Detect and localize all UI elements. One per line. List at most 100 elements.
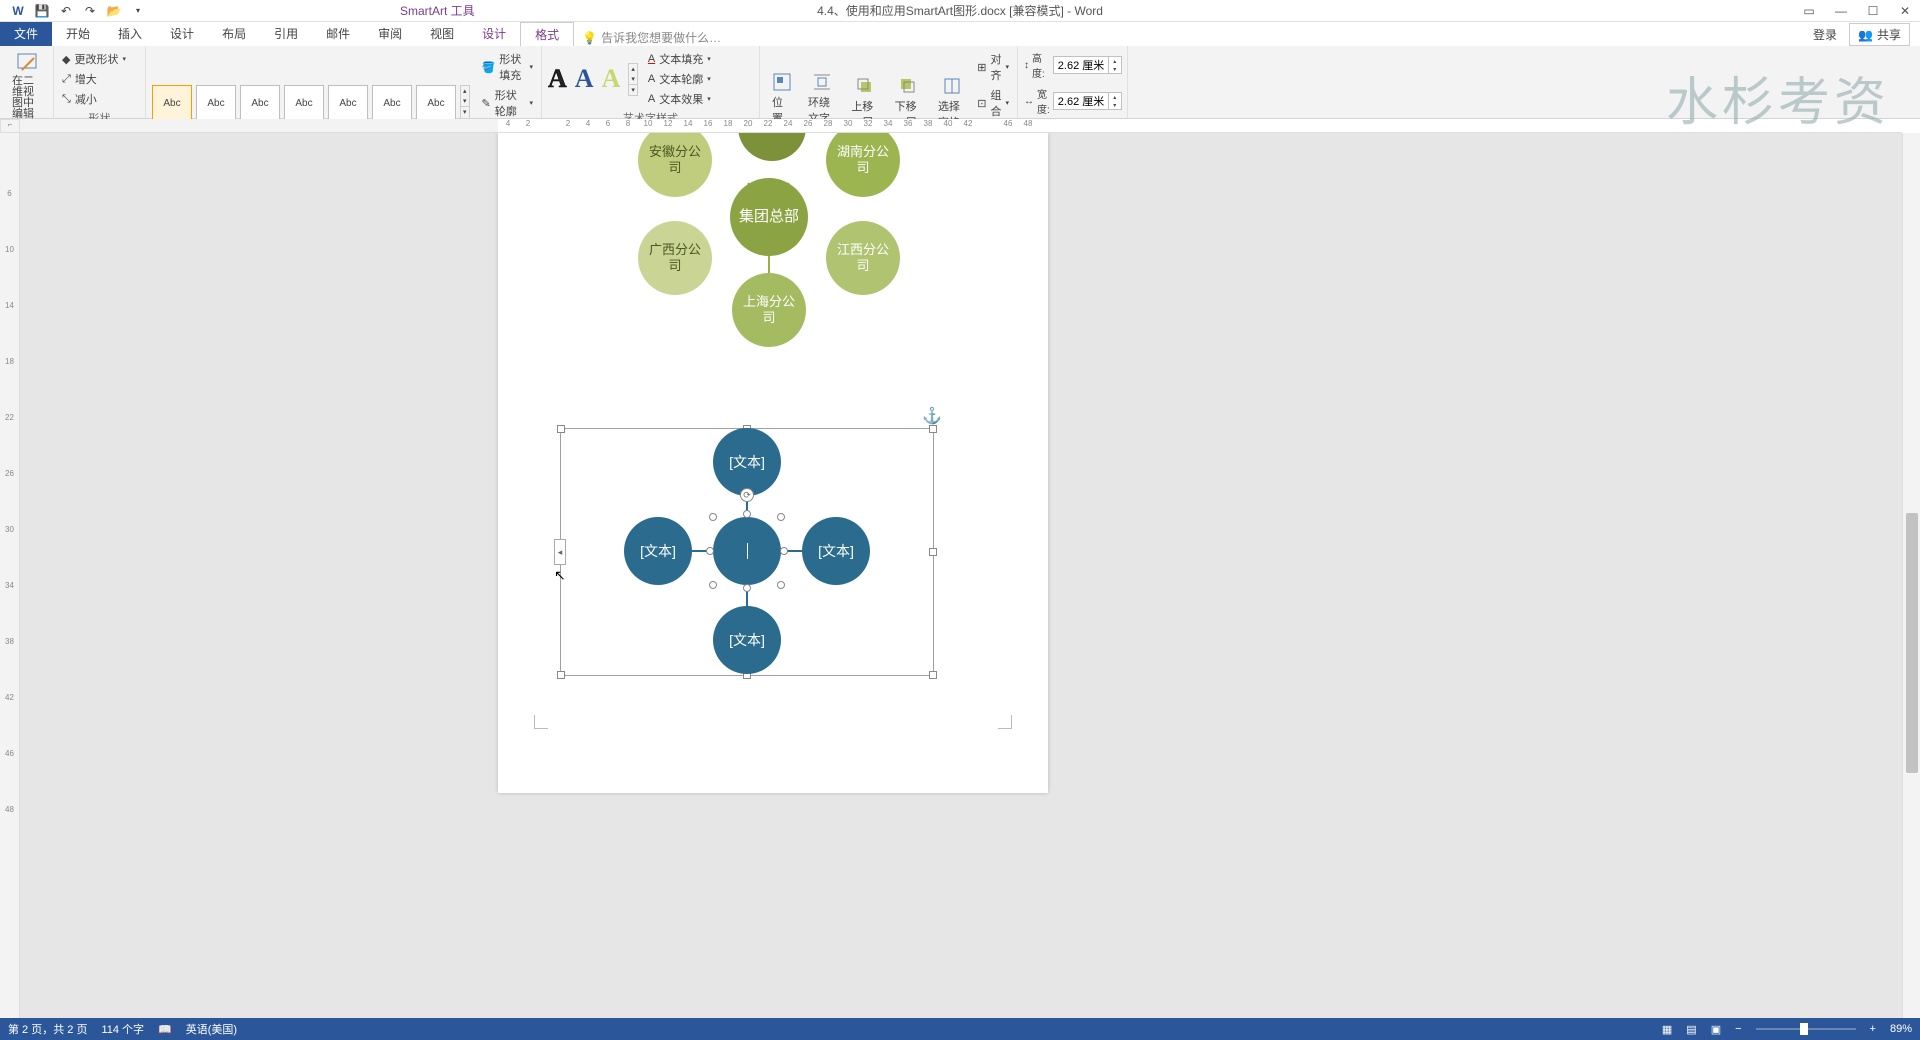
shape-style-gallery[interactable]: Abc Abc Abc Abc Abc Abc Abc ▴▾▾ (152, 85, 470, 121)
group-arrange: 位置▾ 环绕文字▾ 上移一层 下移一层 选择窗格 ⊞对齐 ▾ ⊡组合 ▾ ⟳旋转… (760, 46, 1018, 118)
diagram1-node-anhui[interactable]: 安徽分公司 (638, 133, 712, 197)
horizontal-ruler[interactable]: 4224681012141618202224262830323436384042… (20, 119, 1902, 133)
tab-mailings[interactable]: 邮件 (312, 22, 364, 46)
tab-layout[interactable]: 布局 (208, 22, 260, 46)
node-handle-e[interactable] (780, 547, 788, 555)
style-item-4[interactable]: Abc (284, 85, 324, 121)
node-handle-se[interactable] (777, 581, 785, 589)
tab-smartart-design[interactable]: 设计 (468, 22, 520, 46)
tab-insert[interactable]: 插入 (104, 22, 156, 46)
node-handle-s[interactable] (743, 584, 751, 592)
word-count[interactable]: 114 个字 (101, 1021, 144, 1037)
style-item-6[interactable]: Abc (372, 85, 412, 121)
group-shapes: ◆更改形状 ▾ ⤢增大 ⤡减小 形状 (54, 46, 146, 118)
vertical-scrollbar[interactable] (1902, 133, 1920, 1018)
wordart-gallery[interactable]: A A A ▴▾▾ (548, 63, 638, 96)
spellcheck-icon[interactable]: 📖 (158, 1023, 172, 1036)
tab-home[interactable]: 开始 (52, 22, 104, 46)
larger-button[interactable]: ⤢增大 (60, 70, 128, 88)
zoom-slider[interactable] (1756, 1028, 1856, 1030)
smartart-diagram-2[interactable]: [文本] [文本] [文本] [文本] ⟳ (560, 428, 934, 676)
style-item-2[interactable]: Abc (196, 85, 236, 121)
change-shape-button[interactable]: ◆更改形状 ▾ (60, 50, 128, 68)
node-handle-sw[interactable] (709, 581, 717, 589)
diagram2-node-center[interactable] (713, 517, 781, 585)
maximize-button[interactable]: ☐ (1862, 2, 1884, 20)
tab-file[interactable]: 文件 (0, 22, 52, 46)
document-title: 4.4、使用和应用SmartArt图形.docx [兼容模式] - Word (817, 2, 1103, 19)
minimize-button[interactable]: — (1830, 2, 1852, 20)
tab-design[interactable]: 设计 (156, 22, 208, 46)
height-input[interactable]: ▴▾ (1053, 56, 1122, 74)
diagram1-node-shanghai[interactable]: 上海分公司 (732, 273, 806, 347)
align-button[interactable]: ⊞对齐 ▾ (975, 50, 1011, 84)
rotate-handle[interactable]: ⟳ (740, 488, 754, 502)
text-effects-label: 文本效果 (659, 91, 703, 107)
shape-fill-button[interactable]: 🪣形状填充 ▾ (480, 50, 535, 84)
group-wordart-styles: A A A ▴▾▾ A文本填充 ▾ A文本轮廓 ▾ A文本效果 ▾ 艺术字样式 (542, 46, 760, 118)
share-button[interactable]: 👥 共享 (1849, 23, 1910, 46)
wordart-more-button[interactable]: ▴▾▾ (628, 63, 638, 96)
tab-view[interactable]: 视图 (416, 22, 468, 46)
zoom-in-button[interactable]: + (1870, 1023, 1876, 1035)
redo-icon[interactable]: ↷ (82, 3, 98, 19)
tell-me-search[interactable]: 💡 告诉我您想要做什么… (582, 29, 721, 46)
group-icon: ⊡ (977, 97, 986, 110)
style-item-5[interactable]: Abc (328, 85, 368, 121)
page-status[interactable]: 第 2 页，共 2 页 (8, 1021, 87, 1037)
view-print-layout-icon[interactable]: ▤ (1686, 1023, 1696, 1036)
scrollbar-thumb[interactable] (1906, 513, 1918, 773)
zoom-out-button[interactable]: − (1735, 1023, 1741, 1035)
node-handle-n[interactable] (743, 510, 751, 518)
gallery-more-button[interactable]: ▴▾▾ (460, 85, 470, 121)
tab-references[interactable]: 引用 (260, 22, 312, 46)
text-outline-button[interactable]: A文本轮廓 ▾ (646, 70, 713, 88)
view-web-layout-icon[interactable]: ▣ (1711, 1023, 1721, 1036)
context-tab-title: SmartArt 工具 (400, 2, 475, 19)
node-handle-w[interactable] (706, 547, 714, 555)
larger-label: 增大 (75, 71, 97, 87)
diagram2-node-left[interactable]: [文本] (624, 517, 692, 585)
text-effects-button[interactable]: A文本效果 ▾ (646, 90, 713, 108)
style-item-3[interactable]: Abc (240, 85, 280, 121)
shape-outline-button[interactable]: ✎形状轮廓 ▾ (480, 86, 535, 120)
login-link[interactable]: 登录 (1813, 26, 1837, 43)
diagram1-node-hunan[interactable]: 湖南分公司 (826, 133, 900, 197)
wordart-style-1[interactable]: A (548, 64, 567, 94)
diagram2-node-right[interactable]: [文本] (802, 517, 870, 585)
document-area[interactable]: 集团总部 安徽分公司 湖南分公司 广西分公司 江西分公司 上海分公司 ⚓ ◂ (20, 133, 1902, 1018)
width-input[interactable]: ▴▾ (1053, 92, 1122, 110)
diagram1-node-guangxi[interactable]: 广西分公司 (638, 221, 712, 295)
diagram2-top-text: [文本] (729, 452, 765, 472)
qat-dropdown-icon[interactable]: ▾ (130, 3, 146, 19)
diagram1-jiangxi-text: 江西分公司 (826, 242, 900, 274)
edit-in-2d-button[interactable]: 在二维视图中编辑 (6, 50, 47, 122)
diagram2-node-top[interactable]: [文本] (713, 428, 781, 496)
zoom-level[interactable]: 89% (1890, 1023, 1912, 1035)
diagram1-center[interactable]: 集团总部 (730, 178, 808, 256)
smaller-button[interactable]: ⤡减小 (60, 90, 128, 108)
edit-in-2d-label: 在二维视图中编辑 (12, 76, 41, 120)
save-icon[interactable]: 💾 (34, 3, 50, 19)
diagram2-node-bottom[interactable]: [文本] (713, 606, 781, 674)
language-status[interactable]: 英语(美国) (186, 1021, 237, 1037)
group-button[interactable]: ⊡组合 ▾ (975, 86, 1011, 120)
undo-icon[interactable]: ↶ (58, 3, 74, 19)
tab-review[interactable]: 审阅 (364, 22, 416, 46)
style-item-7[interactable]: Abc (416, 85, 456, 121)
smartart-diagram-1[interactable]: 集团总部 安徽分公司 湖南分公司 广西分公司 江西分公司 上海分公司 (578, 133, 958, 363)
wordart-style-3[interactable]: A (602, 64, 621, 94)
tab-smartart-format[interactable]: 格式 (520, 22, 574, 46)
close-button[interactable]: ✕ (1894, 2, 1916, 20)
node-handle-ne[interactable] (777, 513, 785, 521)
open-folder-icon[interactable]: 📂 (106, 3, 122, 19)
status-bar: 第 2 页，共 2 页 114 个字 📖 英语(美国) ▦ ▤ ▣ − + 89… (0, 1018, 1920, 1040)
node-handle-nw[interactable] (709, 513, 717, 521)
text-fill-button[interactable]: A文本填充 ▾ (646, 50, 713, 68)
diagram1-node-jiangxi[interactable]: 江西分公司 (826, 221, 900, 295)
style-item-1[interactable]: Abc (152, 85, 192, 121)
wordart-style-2[interactable]: A (575, 64, 594, 94)
view-read-mode-icon[interactable]: ▦ (1662, 1023, 1672, 1036)
ribbon-options-icon[interactable]: ▭ (1798, 2, 1820, 20)
vertical-ruler[interactable]: 61014182226303438424648 (0, 133, 20, 1018)
